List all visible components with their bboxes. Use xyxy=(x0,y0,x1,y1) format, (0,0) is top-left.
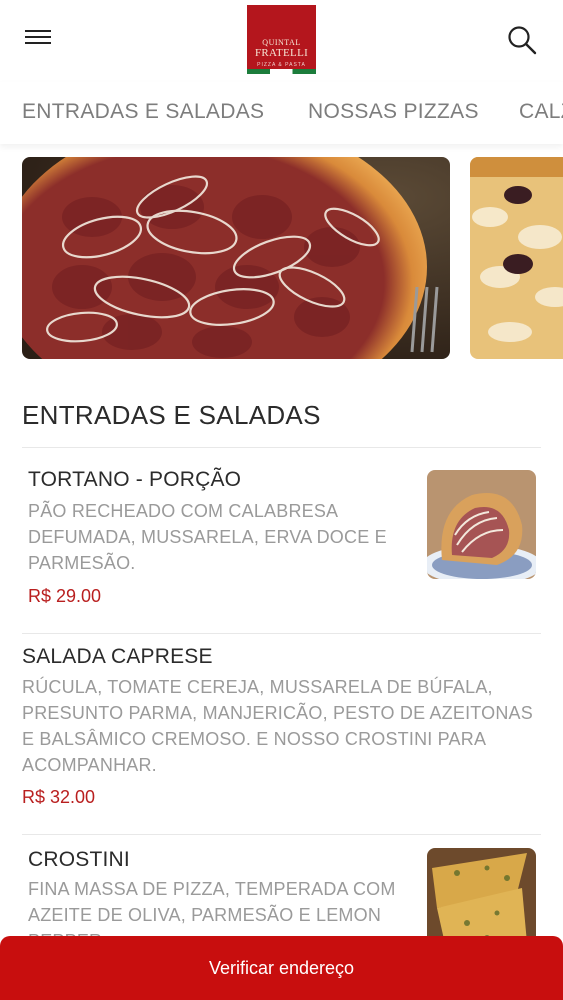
item-description-line: PEPPER xyxy=(28,928,396,936)
item-thumbnail xyxy=(427,848,536,936)
logo-line1: QUINTAL xyxy=(262,38,301,47)
menu-line xyxy=(25,30,51,32)
menu-item-crostini[interactable]: CROSTINI FINA MASSA DE PIZZA, TEMPERADA … xyxy=(0,835,563,936)
item-description: RÚCULA, TOMATE CEREJA, MUSSARELA DE BÚFA… xyxy=(22,674,533,778)
search-icon[interactable] xyxy=(504,22,540,58)
category-tabs: ENTRADAS E SALADAS NOSSAS PIZZAS CALZONE… xyxy=(0,82,563,144)
item-description-line: PÃO RECHEADO COM CALABRESA xyxy=(28,501,339,521)
hamburger-menu-icon[interactable] xyxy=(22,26,54,54)
item-description: FINA MASSA DE PIZZA, TEMPERADA COM AZEIT… xyxy=(28,876,396,936)
item-name: TORTANO - PORÇÃO xyxy=(28,468,242,491)
item-price: R$ 32.00 xyxy=(22,787,96,807)
menu-item-salada-caprese[interactable]: SALADA CAPRESE RÚCULA, TOMATE CEREJA, MU… xyxy=(0,634,563,834)
item-thumbnail xyxy=(427,470,536,579)
item-name: SALADA CAPRESE xyxy=(22,645,213,668)
banner-carousel[interactable] xyxy=(0,155,563,361)
menu-line xyxy=(25,42,51,44)
brand-logo[interactable]: QUINTAL FRATELLI PIZZA & PASTA xyxy=(247,5,316,74)
item-description-line: PARMESÃO. xyxy=(28,553,136,573)
banner-pizza-second[interactable] xyxy=(470,157,563,359)
item-description-line: FINA MASSA DE PIZZA, TEMPERADA COM xyxy=(28,879,396,899)
item-description-line: ACOMPANHAR. xyxy=(22,755,157,775)
tab-nossas-pizzas[interactable]: NOSSAS PIZZAS xyxy=(308,100,479,124)
logo-line2: FRATELLI xyxy=(254,47,309,59)
tab-calzones[interactable]: CALZONES xyxy=(519,100,563,124)
item-description-line: AZEITE DE OLIVA, PARMESÃO E LEMON xyxy=(28,905,382,925)
item-description-line: DEFUMADA, MUSSARELA, ERVA DOCE E xyxy=(28,527,387,547)
logo-stripe xyxy=(247,69,316,74)
item-description-line: PRESUNTO PARMA, MANJERICÃO, PESTO DE AZE… xyxy=(22,703,533,723)
menu-item-tortano[interactable]: TORTANO - PORÇÃO PÃO RECHEADO COM CALABR… xyxy=(0,448,563,633)
verificar-endereco-button[interactable]: Verificar endereço xyxy=(0,936,563,1000)
item-name: CROSTINI xyxy=(28,848,130,871)
item-description: PÃO RECHEADO COM CALABRESA DEFUMADA, MUS… xyxy=(28,498,387,576)
section-title: ENTRADAS E SALADAS xyxy=(22,400,321,430)
tab-entradas-e-saladas[interactable]: ENTRADAS E SALADAS xyxy=(22,100,264,124)
item-description-line: E BALSÂMICO CREMOSO. E NOSSO CROSTINI PA… xyxy=(22,729,487,749)
logo-tagline: PIZZA & PASTA xyxy=(257,62,306,68)
top-bar: QUINTAL FRATELLI PIZZA & PASTA xyxy=(0,0,563,82)
item-price: R$ 29.00 xyxy=(28,586,102,606)
menu-line xyxy=(25,36,51,38)
banner-pizza-calabresa[interactable] xyxy=(22,157,450,359)
item-description-line: RÚCULA, TOMATE CEREJA, MUSSARELA DE BÚFA… xyxy=(22,677,493,697)
